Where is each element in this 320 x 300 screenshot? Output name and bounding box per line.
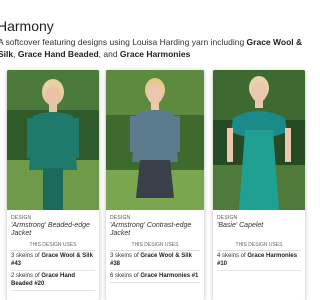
design-label: DESIGN [217, 215, 238, 221]
model-photo-image [106, 70, 204, 210]
design-label: DESIGN [110, 215, 131, 221]
design-uses-label: THIS DESIGN USES [217, 242, 301, 251]
design-photo[interactable] [7, 70, 99, 210]
model-photo-image [7, 70, 99, 210]
yarn-quantity: 3 skeins of [110, 253, 141, 259]
design-uses-label: THIS DESIGN USES [11, 242, 95, 251]
page-description: A softcover featuring designs using Loui… [0, 36, 308, 60]
design-card[interactable]: DESIGN 'Armstrong' Beaded-edge Jacket TH… [7, 70, 99, 300]
design-card[interactable]: DESIGN 'Armstrong' Contrast-edge Jacket … [106, 70, 204, 300]
yarn-list: 4 skeins of Grace Harmonies #10 [217, 251, 301, 271]
yarn-name-link[interactable]: Grace Harmonies #1 [140, 273, 198, 279]
yarn-quantity: 3 skeins of [11, 253, 42, 259]
design-card[interactable]: DESIGN 'Basie' Capelet THIS DESIGN USES … [213, 70, 305, 300]
description-separator: , and [98, 49, 120, 59]
yarn-list: 3 skeins of Grace Wool & Silk #38 6 skei… [110, 251, 200, 283]
yarn-item: 2 skeins of Grace Hand Beaded #20 [11, 271, 95, 291]
yarn-item: 4 skeins of Grace Harmonies #10 [217, 251, 301, 271]
design-photo[interactable] [213, 70, 305, 210]
yarn-quantity: 2 skeins of [11, 273, 42, 279]
yarn-item: 6 skeins of Grace Harmonies #1 [110, 271, 200, 283]
yarn-item: 3 skeins of Grace Wool & Silk #43 [11, 251, 95, 271]
design-name-link[interactable]: 'Armstrong' Beaded-edge Jacket [11, 222, 95, 238]
yarn-link-grace-hand-beaded[interactable]: Grace Hand Beaded [18, 49, 99, 59]
yarn-quantity: 6 skeins of [110, 273, 141, 279]
page-title: Harmony [0, 18, 54, 34]
design-uses-label: THIS DESIGN USES [110, 242, 200, 251]
yarn-list: 3 skeins of Grace Wool & Silk #43 2 skei… [11, 251, 95, 291]
design-photo[interactable] [106, 70, 204, 210]
yarn-item: 3 skeins of Grace Wool & Silk #38 [110, 251, 200, 271]
description-text: A softcover featuring designs using Loui… [0, 37, 247, 47]
design-label: DESIGN [11, 215, 32, 221]
design-name-link[interactable]: 'Armstrong' Contrast-edge Jacket [110, 222, 200, 238]
design-name-link[interactable]: 'Basie' Capelet [217, 222, 301, 230]
yarn-link-grace-harmonies[interactable]: Grace Harmonies [120, 49, 190, 59]
model-photo-image [213, 70, 305, 210]
yarn-quantity: 4 skeins of [217, 253, 248, 259]
design-cards: DESIGN 'Armstrong' Beaded-edge Jacket TH… [0, 70, 305, 300]
